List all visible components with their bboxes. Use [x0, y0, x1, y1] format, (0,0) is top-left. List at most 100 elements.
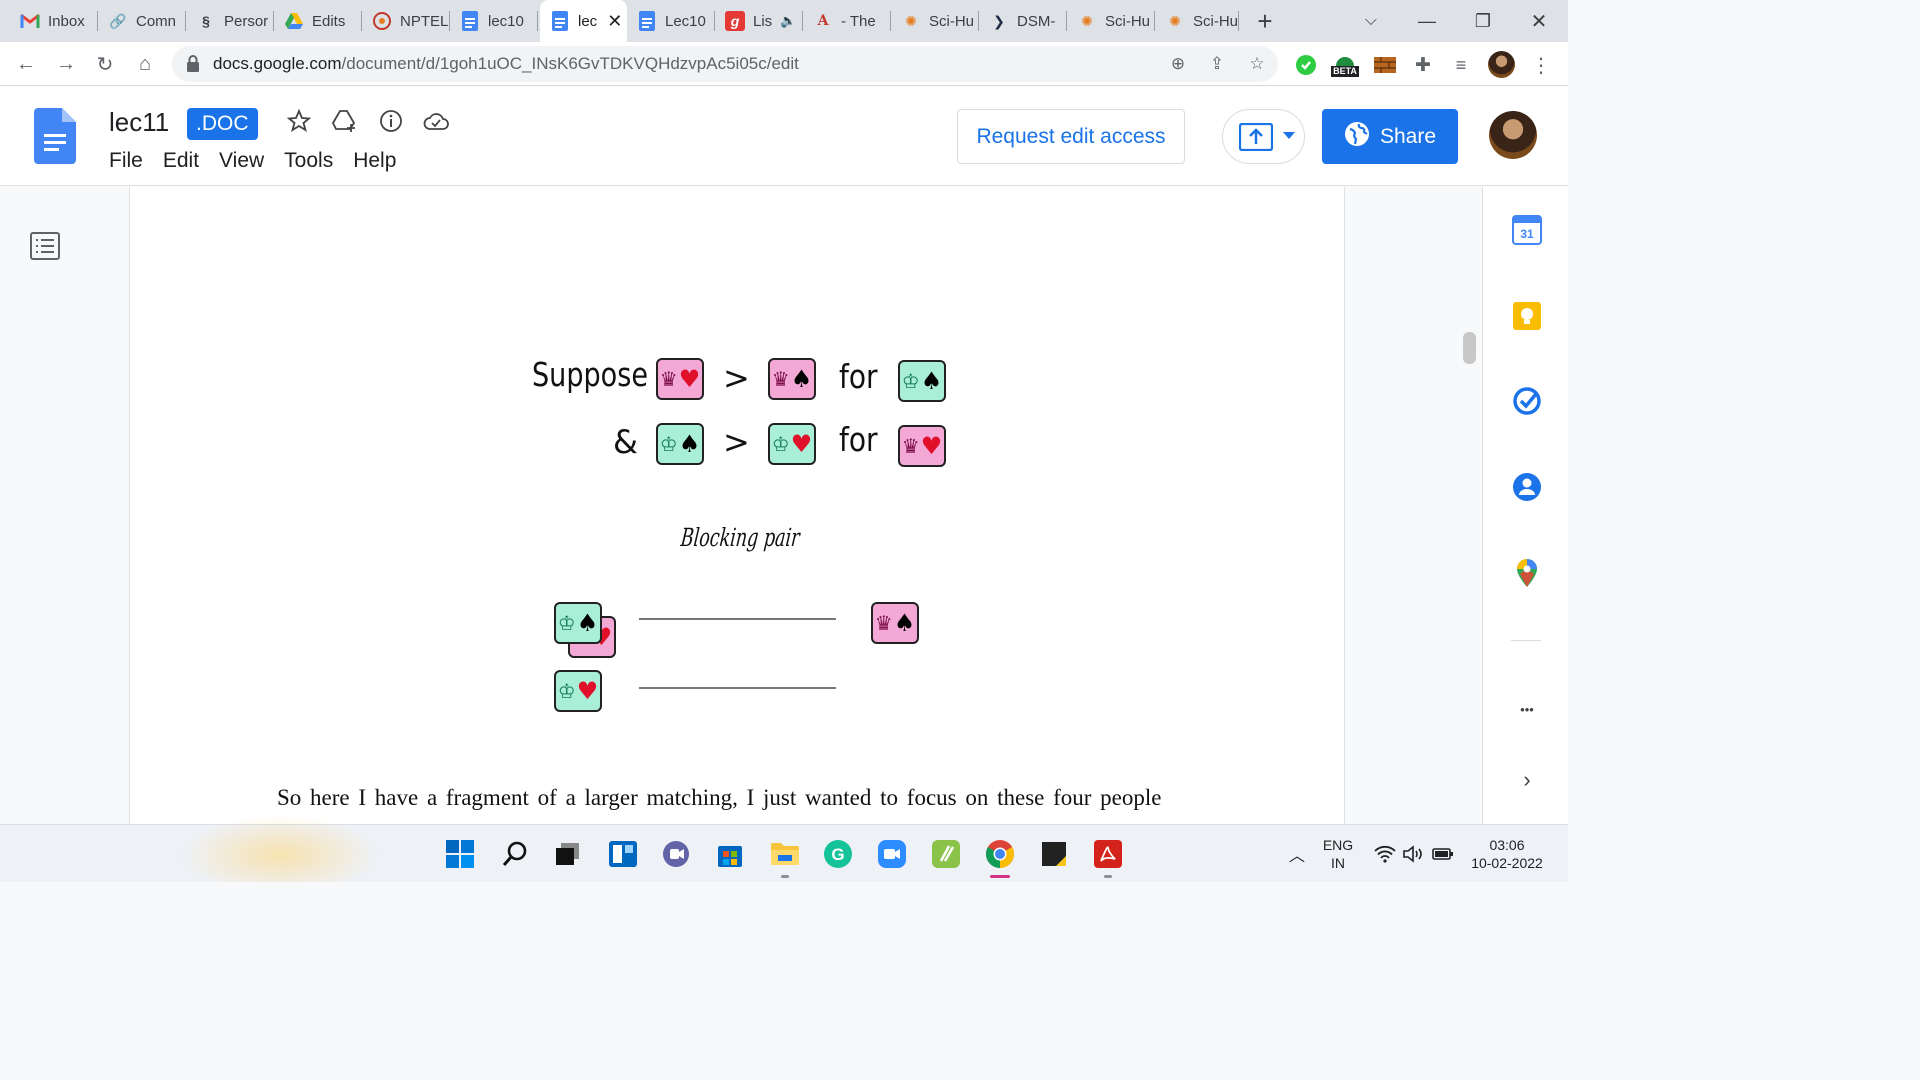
tab-lis[interactable]: g Lis 🔈: [715, 0, 803, 42]
new-tab-icon[interactable]: +: [1248, 0, 1282, 42]
beta-extension-icon[interactable]: BETA: [1330, 51, 1360, 79]
star-icon[interactable]: [285, 107, 313, 135]
desktop-glow: [180, 815, 380, 882]
side-divider: [1511, 640, 1541, 641]
tab-scihub-2[interactable]: ✺ Sci-Hu: [1067, 0, 1155, 42]
document-title[interactable]: lec11: [109, 107, 169, 138]
tab-persor[interactable]: § Persor: [186, 0, 274, 42]
tab-scihub-1[interactable]: ✺ Sci-Hu: [891, 0, 979, 42]
task-view-icon[interactable]: [551, 837, 585, 871]
search-icon[interactable]: [498, 837, 532, 871]
more-apps-icon[interactable]: •••: [1510, 692, 1544, 726]
home-icon[interactable]: ⌂: [131, 50, 159, 78]
link-icon: 🔗: [109, 12, 127, 29]
tab-nptel[interactable]: NPTEL: [362, 0, 450, 42]
for-text-2: for: [839, 420, 878, 459]
helix-icon: §: [202, 13, 210, 29]
browser-menu-icon[interactable]: ⋮: [1527, 51, 1555, 79]
extensions-puzzle-icon[interactable]: ✚: [1409, 51, 1437, 79]
media-control-icon[interactable]: ≡: [1447, 51, 1475, 79]
zoom-icon[interactable]: ⊕: [1166, 52, 1190, 76]
acrobat-running-indicator: [1104, 875, 1112, 878]
menu-edit[interactable]: Edit: [163, 149, 199, 173]
menu-file[interactable]: File: [109, 149, 143, 173]
windows-start-icon[interactable]: [443, 837, 477, 871]
address-bar[interactable]: docs.google.com/document/d/1goh1uOC_INsK…: [172, 46, 1278, 82]
windows-taskbar: G ︿ ENG IN 03:06 10-02-2022: [0, 815, 1568, 882]
keep-icon[interactable]: [1510, 299, 1544, 333]
arrow-icon: ❯: [993, 12, 1005, 29]
present-button[interactable]: [1222, 109, 1305, 164]
google-docs-logo-icon[interactable]: [34, 108, 76, 169]
acrobat-reader-icon[interactable]: [1091, 837, 1125, 871]
info-icon[interactable]: [377, 107, 405, 135]
for-text: for: [839, 357, 878, 396]
tab-scihub-3[interactable]: ✺ Sci-Hu: [1155, 0, 1239, 42]
tab-lec10[interactable]: lec10: [450, 0, 538, 42]
king-spades-card-2: ♔ ♠: [656, 423, 704, 465]
chrome-icon[interactable]: [983, 837, 1017, 871]
contacts-icon[interactable]: [1510, 470, 1544, 504]
matching-edge-2: [639, 687, 836, 689]
lock-icon[interactable]: [186, 55, 200, 77]
battery-icon[interactable]: [1426, 837, 1460, 871]
bookmark-star-icon[interactable]: ☆: [1245, 52, 1269, 76]
back-icon[interactable]: ←: [12, 50, 40, 78]
tasks-icon[interactable]: [1510, 384, 1544, 418]
language-indicator[interactable]: ENG IN: [1318, 836, 1358, 872]
matching-edge-1: [639, 618, 836, 620]
suppose-text: Suppose: [532, 355, 648, 394]
menu-help[interactable]: Help: [353, 149, 396, 173]
king-spades-card: ♔ ♠: [898, 360, 946, 402]
forward-icon[interactable]: →: [52, 50, 80, 78]
volume-icon[interactable]: [1396, 837, 1430, 871]
tray-overflow-chevron-icon[interactable]: ︿: [1280, 837, 1314, 871]
speaker-icon[interactable]: 🔈: [780, 13, 796, 29]
add-to-drive-icon[interactable]: [331, 107, 359, 135]
minimize-icon[interactable]: —: [1410, 0, 1444, 42]
sticky-notes-icon[interactable]: [1037, 837, 1071, 871]
restore-icon[interactable]: ❐: [1466, 0, 1500, 42]
microsoft-store-icon[interactable]: [713, 837, 747, 871]
browser-toolbar: ← → ↻ ⌂ docs.google.com/document/d/1goh1…: [0, 42, 1568, 86]
calendar-icon[interactable]: 31: [1510, 213, 1544, 247]
share-button[interactable]: Share: [1322, 109, 1458, 164]
brick-extension-icon[interactable]: [1371, 51, 1399, 79]
close-tab-icon[interactable]: ✕: [607, 11, 622, 32]
tab-search-icon[interactable]: ⌵: [1356, 0, 1386, 42]
docs-header: lec11 .DOC File Edit View Tools Help Req…: [0, 87, 1568, 186]
gmail-icon: [20, 11, 40, 31]
tab-lec-active[interactable]: lec ✕: [540, 0, 627, 42]
document-page[interactable]: Suppose ♛ ♥ > ♛ ♠ for ♔ ♠ & ♔ ♠ > ♔ ♥ for ♛ ♥ …: [129, 187, 1345, 824]
green-app-icon[interactable]: [929, 837, 963, 871]
vertical-scrollbar[interactable]: [1463, 332, 1476, 364]
tab-strip: Inbox 🔗 Comn § Persor Edits NPTEL lec10 …: [0, 0, 1568, 42]
tab-inbox[interactable]: Inbox: [10, 0, 98, 42]
account-avatar[interactable]: [1489, 111, 1537, 159]
cloud-status-icon[interactable]: [422, 107, 450, 135]
queen-hearts-card: ♛ ♥: [656, 358, 704, 400]
tab-lec10-2[interactable]: Lec10: [627, 0, 715, 42]
tab-comn[interactable]: 🔗 Comn: [98, 0, 186, 42]
maps-icon[interactable]: [1510, 556, 1544, 590]
g-icon: g: [725, 11, 745, 31]
tab-dsm[interactable]: ❯ DSM-: [979, 0, 1067, 42]
document-outline-icon[interactable]: [30, 232, 60, 265]
zoom-app-icon[interactable]: [875, 837, 909, 871]
tab-edits[interactable]: Edits: [274, 0, 362, 42]
share-page-icon[interactable]: ⇪: [1205, 52, 1229, 76]
expand-panel-icon[interactable]: ›: [1510, 763, 1544, 797]
teams-chat-icon[interactable]: [659, 837, 693, 871]
menu-view[interactable]: View: [219, 149, 264, 173]
close-window-icon[interactable]: ✕: [1522, 0, 1556, 42]
tab-the[interactable]: A - The: [803, 0, 891, 42]
widgets-icon[interactable]: [606, 837, 640, 871]
file-explorer-icon[interactable]: [768, 837, 802, 871]
profile-avatar[interactable]: [1488, 51, 1515, 78]
green-extension-icon[interactable]: [1292, 51, 1320, 79]
request-edit-access-button[interactable]: Request edit access: [957, 109, 1185, 164]
clock[interactable]: 03:06 10-02-2022: [1462, 836, 1552, 872]
reload-icon[interactable]: ↻: [91, 50, 119, 78]
menu-tools[interactable]: Tools: [284, 149, 333, 173]
grammarly-icon[interactable]: G: [821, 837, 855, 871]
